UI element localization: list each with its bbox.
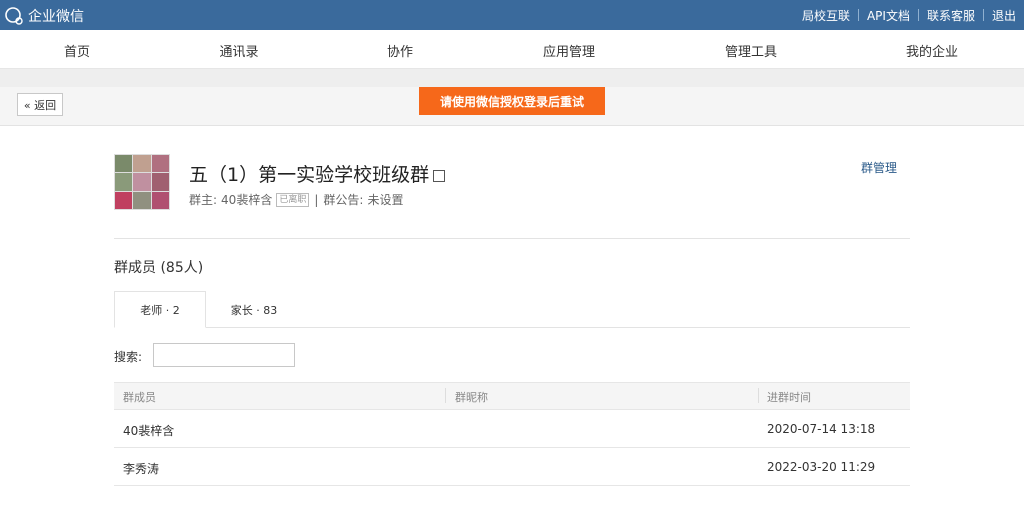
column-divider <box>445 388 446 403</box>
qr-code-icon[interactable] <box>433 169 446 182</box>
owner-name: 40裴梓含 <box>221 193 273 207</box>
table-header: 群成员 群昵称 进群时间 <box>114 382 910 410</box>
login-alert-banner: 请使用微信授权登录后重试 <box>419 87 605 115</box>
top-links: 局校互联 API文档 联系客服 退出 <box>794 0 1024 30</box>
group-title: 五（1）第一实验学校班级群 <box>189 160 446 187</box>
notice-label: 群公告: <box>323 193 364 207</box>
link-customer-service[interactable]: 联系客服 <box>919 7 983 24</box>
notice-value: 未设置 <box>367 193 404 207</box>
column-header-nickname: 群昵称 <box>455 391 488 404</box>
chat-bubble-icon <box>5 7 23 25</box>
nav-item-my-enterprise[interactable]: 我的企业 <box>906 41 958 60</box>
member-join-time: 2022-03-20 11:29 <box>767 460 876 474</box>
table-row: 40裴梓含 2020-07-14 13:18 <box>114 410 910 448</box>
members-table: 群成员 群昵称 进群时间 40裴梓含 2020-07-14 13:18 李秀涛 … <box>114 382 910 486</box>
owner-label: 群主: <box>189 193 218 207</box>
members-title: 群成员 (85人) <box>114 260 204 276</box>
top-bar: 企业微信 局校互联 API文档 联系客服 退出 <box>0 0 1024 30</box>
app-logo[interactable]: 企业微信 <box>4 6 84 26</box>
link-school-interconnect[interactable]: 局校互联 <box>794 7 858 24</box>
nav-item-collaboration[interactable]: 协作 <box>387 41 413 60</box>
member-join-time: 2020-07-14 13:18 <box>767 422 876 436</box>
nav-item-contacts[interactable]: 通讯录 <box>219 41 258 60</box>
column-header-member: 群成员 <box>123 391 156 404</box>
search-input[interactable] <box>153 343 295 367</box>
link-api-docs[interactable]: API文档 <box>859 7 918 24</box>
group-meta: 群主: 40裴梓含 已离职 | 群公告: 未设置 <box>189 191 403 208</box>
column-divider <box>758 388 759 403</box>
spacer-band <box>0 69 1024 87</box>
logo-text: 企业微信 <box>28 9 84 25</box>
tab-parents[interactable]: 家长 · 83 <box>206 291 302 328</box>
nav-item-management-tools[interactable]: 管理工具 <box>725 41 777 60</box>
table-row: 李秀涛 2022-03-20 11:29 <box>114 448 910 486</box>
group-title-text: 五（1）第一实验学校班级群 <box>189 164 430 186</box>
status-badge: 已离职 <box>276 192 310 207</box>
nav-item-app-management[interactable]: 应用管理 <box>543 41 595 60</box>
link-logout[interactable]: 退出 <box>984 7 1024 24</box>
tab-teachers[interactable]: 老师 · 2 <box>114 291 206 328</box>
nav-item-home[interactable]: 首页 <box>64 41 90 60</box>
group-avatar <box>114 154 170 210</box>
toolbar: « 返回 请使用微信授权登录后重试 <box>0 87 1024 126</box>
member-name: 40裴梓含 <box>123 424 175 438</box>
meta-separator: | <box>314 192 319 207</box>
group-manage-link[interactable]: 群管理 <box>861 159 897 176</box>
section-divider <box>114 238 910 239</box>
member-name: 李秀涛 <box>123 462 160 476</box>
main-nav: 首页 通讯录 协作 应用管理 管理工具 我的企业 <box>0 30 1024 69</box>
search-label: 搜索: <box>114 350 143 364</box>
column-header-join-time: 进群时间 <box>767 391 811 404</box>
back-button[interactable]: « 返回 <box>17 93 63 116</box>
